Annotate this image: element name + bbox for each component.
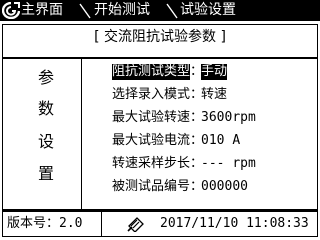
param-colon: ： — [190, 64, 204, 79]
side-label-char: 设 — [37, 132, 54, 151]
usb-icon — [127, 217, 144, 232]
status-bar: 版本号：2.0 2017/11/10 11:08:33 — [2, 211, 318, 237]
divider-vertical — [81, 57, 82, 209]
param-value[interactable]: 转速 — [201, 87, 227, 103]
status-divider — [101, 212, 102, 236]
side-label-char: 数 — [37, 99, 54, 118]
param-label: 被测试品编号 — [112, 179, 191, 194]
side-label-char: 置 — [37, 164, 54, 183]
breadcrumb-start-test[interactable]: 开始测试 — [94, 1, 150, 19]
param-row-input-mode[interactable]: 选择录入模式：转速 — [112, 87, 227, 103]
param-value[interactable]: 手动 — [201, 64, 228, 80]
param-row-sample-id[interactable]: 被测试品编号：000000 — [112, 179, 248, 195]
title-bar: 主界面 开始测试 试验设置 — [0, 0, 320, 21]
param-colon: ： — [190, 133, 204, 148]
breadcrumb-separator-icon — [79, 3, 91, 19]
param-colon: ： — [190, 156, 204, 171]
param-row-max-test-speed[interactable]: 最大试验转速：3600rpm — [112, 110, 256, 126]
parameter-panel: [ 交流阻抗试验参数 ] 参 数 设 置 阻抗测试类型：手动 选择录入模式：转速… — [2, 24, 318, 211]
param-colon: ： — [190, 110, 204, 125]
version-info: 版本号：2.0 — [7, 215, 83, 232]
breadcrumb-separator-icon — [166, 3, 178, 19]
version-value: 2.0 — [59, 216, 83, 231]
param-value[interactable]: 000000 — [201, 179, 248, 195]
param-colon: ： — [190, 179, 204, 194]
breadcrumb-test-settings: 试验设置 — [180, 2, 236, 18]
param-label: 最大试验电流 — [112, 133, 191, 148]
param-label: 阻抗测试类型 — [112, 64, 191, 80]
side-label-char: 参 — [37, 68, 54, 87]
param-label: 转速采样步长 — [112, 156, 191, 171]
param-value[interactable]: --- rpm — [201, 156, 256, 172]
param-colon: ： — [190, 87, 204, 102]
param-label: 最大试验转速 — [112, 110, 191, 125]
screen: 主界面 开始测试 试验设置 [ 交流阻抗试验参数 ] 参 数 设 置 阻抗测试类… — [0, 0, 320, 240]
breadcrumb-main-screen[interactable]: 主界面 — [21, 1, 63, 19]
param-label: 选择录入模式 — [112, 87, 191, 102]
panel-title: [ 交流阻抗试验参数 ] — [94, 29, 226, 45]
version-label: 版本号： — [7, 216, 60, 231]
param-row-speed-sample-step[interactable]: 转速采样步长：--- rpm — [112, 156, 256, 172]
divider-horizontal — [3, 57, 317, 59]
datetime-display: 2017/11/10 11:08:33 — [160, 216, 309, 231]
param-row-max-test-current[interactable]: 最大试验电流：010 A — [112, 133, 240, 149]
param-row-impedance-test-type[interactable]: 阻抗测试类型：手动 — [112, 64, 228, 80]
app-logo-icon — [2, 2, 20, 19]
param-value[interactable]: 3600rpm — [201, 110, 256, 126]
param-value[interactable]: 010 A — [201, 133, 240, 149]
